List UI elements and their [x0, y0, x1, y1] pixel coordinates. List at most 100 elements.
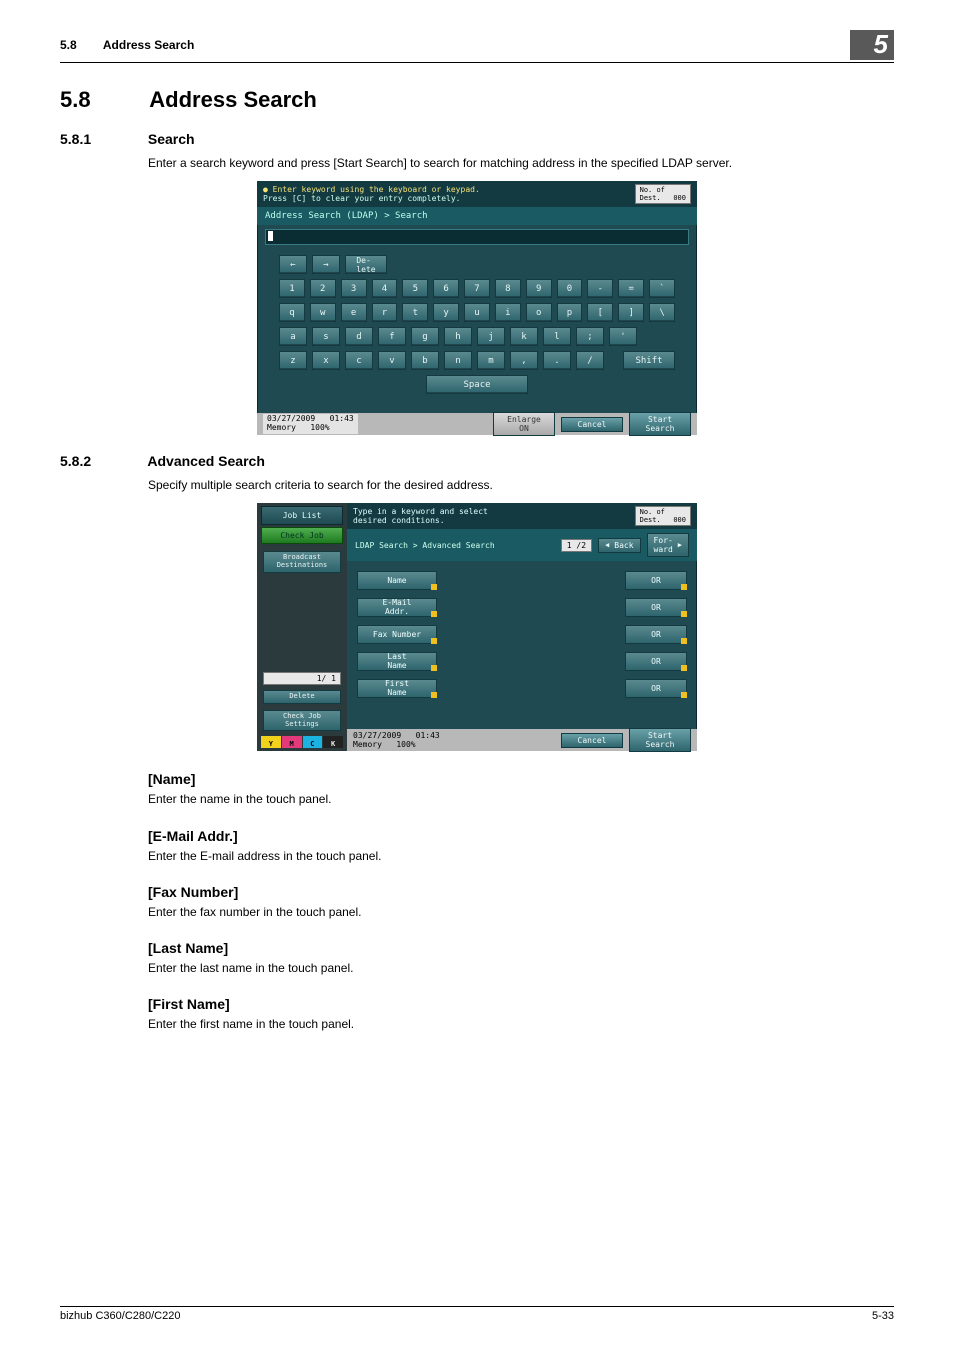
arrow-left-key[interactable]: ← — [279, 255, 307, 274]
key-row-asdf: a s d f g h j k l ; ' — [279, 327, 675, 346]
key-row-zxcv: z x c v b n m , . / Shift — [279, 351, 675, 370]
key-3[interactable]: 3 — [341, 279, 367, 298]
key-0[interactable]: 0 — [557, 279, 583, 298]
email-field-button[interactable]: E-Mail Addr. — [357, 598, 437, 617]
key-f[interactable]: f — [378, 327, 406, 346]
key-comma[interactable]: , — [510, 351, 538, 370]
dest-count-box: No. of Dest. 000 — [635, 184, 691, 204]
key-q[interactable]: q — [279, 303, 305, 322]
key-5[interactable]: 5 — [402, 279, 428, 298]
fax-field-button[interactable]: Fax Number — [357, 625, 437, 644]
key-s[interactable]: s — [312, 327, 340, 346]
key-c[interactable]: c — [345, 351, 373, 370]
toner-m-icon: M — [282, 736, 302, 748]
criteria-row-name: Name OR — [357, 571, 687, 590]
key-t[interactable]: t — [402, 303, 428, 322]
subsection-number: 5.8.2 — [60, 453, 144, 469]
key-backtick[interactable]: ` — [649, 279, 675, 298]
name-field-button[interactable]: Name — [357, 571, 437, 590]
screenshot-advanced-search: Job List Check Job Broadcast Destination… — [257, 503, 697, 751]
key-p[interactable]: p — [557, 303, 583, 322]
key-i[interactable]: i — [495, 303, 521, 322]
key-z[interactable]: z — [279, 351, 307, 370]
criteria-row-fax: Fax Number OR — [357, 625, 687, 644]
toner-c-icon: C — [303, 736, 323, 748]
email-heading: [E-Mail Addr.] — [148, 828, 894, 844]
delete-button[interactable]: Delete — [263, 690, 341, 704]
key-lbracket[interactable]: [ — [587, 303, 613, 322]
enlarge-button[interactable]: Enlarge ON — [493, 412, 555, 436]
key-u[interactable]: u — [464, 303, 490, 322]
key-j[interactable]: j — [477, 327, 505, 346]
check-job-tab[interactable]: Check Job — [261, 527, 343, 544]
fax-condition-button[interactable]: OR — [625, 625, 687, 644]
key-r[interactable]: r — [372, 303, 398, 322]
key-v[interactable]: v — [378, 351, 406, 370]
key-n[interactable]: n — [444, 351, 472, 370]
delete-key[interactable]: De- lete — [345, 255, 387, 274]
key-x[interactable]: x — [312, 351, 340, 370]
criteria-row-lastname: Last Name OR — [357, 652, 687, 671]
broadcast-destinations-button[interactable]: Broadcast Destinations — [263, 551, 341, 572]
key-period[interactable]: . — [543, 351, 571, 370]
email-condition-button[interactable]: OR — [625, 598, 687, 617]
shift-key[interactable]: Shift — [623, 351, 675, 370]
start-search-button[interactable]: Start Search — [629, 728, 691, 752]
key-semicolon[interactable]: ; — [576, 327, 604, 346]
back-button[interactable]: Back — [598, 538, 640, 553]
key-l[interactable]: l — [543, 327, 571, 346]
subsection-name: Search — [148, 131, 195, 147]
key-apostrophe[interactable]: ' — [609, 327, 637, 346]
key-minus[interactable]: - — [587, 279, 613, 298]
check-job-settings-button[interactable]: Check Job Settings — [263, 710, 341, 731]
start-search-button[interactable]: Start Search — [629, 412, 691, 436]
section-name: Address Search — [149, 87, 317, 112]
key-d[interactable]: d — [345, 327, 373, 346]
key-slash[interactable]: / — [576, 351, 604, 370]
key-m[interactable]: m — [477, 351, 505, 370]
key-w[interactable]: w — [310, 303, 336, 322]
shot2-right-column: Type in a keyword and select desired con… — [347, 503, 697, 751]
key-a[interactable]: a — [279, 327, 307, 346]
cancel-button[interactable]: Cancel — [561, 733, 623, 748]
key-b[interactable]: b — [411, 351, 439, 370]
cancel-button[interactable]: Cancel — [561, 417, 623, 432]
section-5-8-title: 5.8 Address Search — [60, 87, 894, 113]
shot1-bottom-bar: 03/27/2009 01:43 Memory 100% Enlarge ON … — [257, 413, 697, 435]
firstname-field-button[interactable]: First Name — [357, 679, 437, 698]
page-footer: bizhub C360/C280/C220 5-33 — [60, 1306, 894, 1322]
fax-heading: [Fax Number] — [148, 884, 894, 900]
key-2[interactable]: 2 — [310, 279, 336, 298]
key-1[interactable]: 1 — [279, 279, 305, 298]
subsection-5-8-1: 5.8.1 Search — [60, 131, 894, 147]
key-7[interactable]: 7 — [464, 279, 490, 298]
key-backslash[interactable]: \ — [649, 303, 675, 322]
dest-count-box: No. of Dest. 000 — [635, 506, 691, 526]
key-4[interactable]: 4 — [372, 279, 398, 298]
name-condition-button[interactable]: OR — [625, 571, 687, 590]
key-e[interactable]: e — [341, 303, 367, 322]
lastname-condition-button[interactable]: OR — [625, 652, 687, 671]
job-list-tab[interactable]: Job List — [261, 506, 343, 525]
screenshot-search-keyboard: ● Enter keyword using the keyboard or ke… — [257, 181, 697, 435]
key-k[interactable]: k — [510, 327, 538, 346]
criteria-row-firstname: First Name OR — [357, 679, 687, 698]
key-6[interactable]: 6 — [433, 279, 459, 298]
key-9[interactable]: 9 — [526, 279, 552, 298]
arrow-right-key[interactable]: → — [312, 255, 340, 274]
key-rbracket[interactable]: ] — [618, 303, 644, 322]
lastname-field-button[interactable]: Last Name — [357, 652, 437, 671]
key-g[interactable]: g — [411, 327, 439, 346]
space-key[interactable]: Space — [426, 375, 528, 394]
shot1-breadcrumb: Address Search (LDAP) > Search — [257, 207, 697, 225]
forward-button[interactable]: For- ward — [647, 533, 689, 557]
dest-page-indicator: 1/ 1 — [263, 672, 341, 685]
key-h[interactable]: h — [444, 327, 472, 346]
key-y[interactable]: y — [433, 303, 459, 322]
key-equals[interactable]: = — [618, 279, 644, 298]
key-8[interactable]: 8 — [495, 279, 521, 298]
search-text-input[interactable] — [265, 229, 689, 245]
key-o[interactable]: o — [526, 303, 552, 322]
shot2-breadcrumb: LDAP Search > Advanced Search — [355, 541, 555, 550]
firstname-condition-button[interactable]: OR — [625, 679, 687, 698]
